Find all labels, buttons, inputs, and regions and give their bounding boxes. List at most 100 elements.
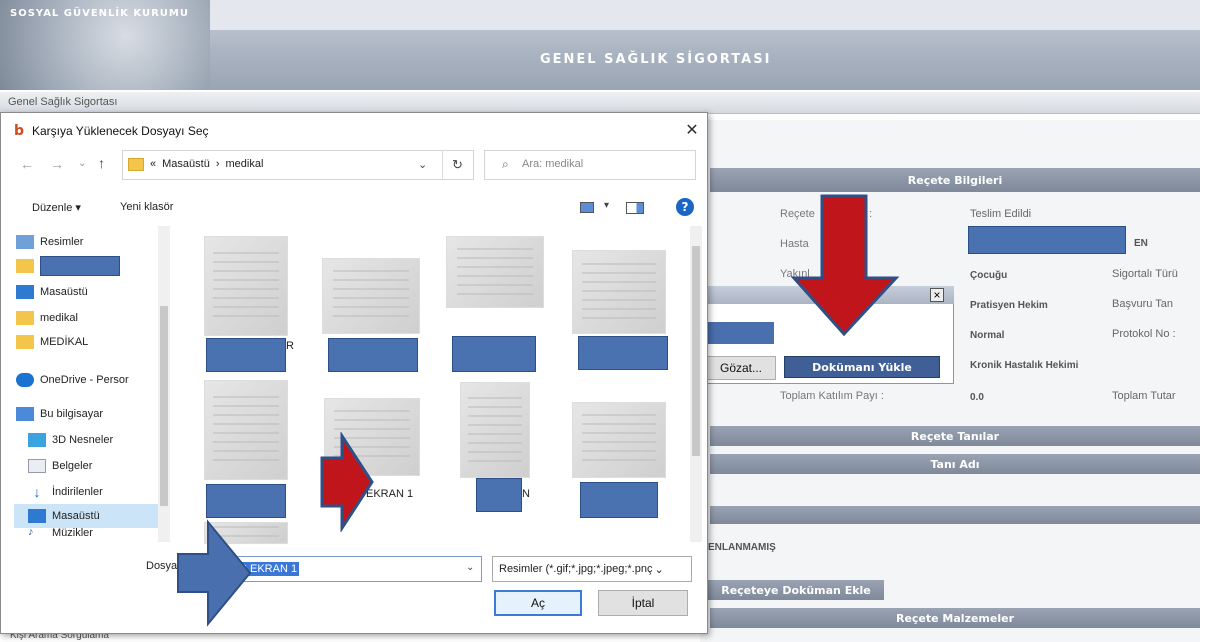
- row-value-kronik: Kronik Hastalık Hekimi: [970, 360, 1079, 371]
- section-recete-malzemeler: Reçete Malzemeler: [710, 608, 1200, 628]
- redaction-box: [40, 256, 120, 276]
- music-icon: ♪: [28, 526, 34, 538]
- up-icon[interactable]: ↑: [98, 155, 105, 171]
- sidebar-item-masaustu[interactable]: Masaüstü: [16, 280, 166, 304]
- file-thumbnail[interactable]: [322, 258, 420, 334]
- sidebar-scrollbar[interactable]: [158, 226, 170, 542]
- preview-pane-icon[interactable]: [626, 202, 644, 214]
- search-input[interactable]: [484, 150, 696, 180]
- sidebar-label: MEDİKAL: [40, 336, 89, 348]
- section-title: Reçete Tanılar: [910, 429, 1000, 443]
- file-thumbnail[interactable]: [460, 382, 530, 478]
- cancel-button[interactable]: İptal: [598, 590, 688, 616]
- sidebar-item-redacted[interactable]: [16, 254, 166, 278]
- browser-logo-icon: b: [14, 123, 25, 139]
- row-value-durum: Teslim Edildi: [970, 208, 1032, 220]
- app-title: GENEL SAĞLIK SİGORTASI: [540, 52, 772, 67]
- view-icon[interactable]: [580, 202, 594, 213]
- scrollbar-thumb[interactable]: [160, 306, 168, 506]
- file-path-field[interactable]: [708, 322, 774, 344]
- redaction-box: [968, 226, 1126, 254]
- sidebar-item-masaustu-selected[interactable]: Masaüstü: [14, 504, 170, 528]
- sidebar-label: Masaüstü: [52, 510, 100, 522]
- upload-document-button[interactable]: Dokümanı Yükle: [784, 356, 940, 378]
- redaction-box: [206, 484, 286, 518]
- section-tani-adi: Tanı Adı: [710, 454, 1200, 474]
- sidebar-item-muzikler[interactable]: ♪ Müzikler: [28, 526, 178, 540]
- address-dropdown-icon[interactable]: ⌄: [418, 158, 427, 171]
- file-thumbnail[interactable]: [446, 236, 544, 308]
- redaction-box: [328, 338, 418, 372]
- section-title: Tanı Adı: [930, 457, 980, 471]
- sidebar-item-bu-bilgisayar[interactable]: Bu bilgisayar: [16, 402, 166, 426]
- row-value-yakinlik: Çocuğu: [970, 270, 1008, 281]
- file-scrollbar[interactable]: [690, 226, 702, 542]
- sidebar-item-medikal[interactable]: medikal: [16, 306, 166, 330]
- sidebar-label: medikal: [40, 312, 78, 324]
- file-thumbnail[interactable]: [204, 380, 288, 480]
- file-label: R: [286, 340, 294, 352]
- browse-button[interactable]: Gözat...: [706, 356, 776, 380]
- open-button[interactable]: Aç: [494, 590, 582, 616]
- sidebar-label: OneDrive - Persor: [40, 374, 129, 386]
- section-bar-empty: [710, 506, 1200, 524]
- sidebar-label: Belgeler: [52, 460, 93, 472]
- section-title: Reçete Malzemeler: [895, 611, 1015, 625]
- filename-dropdown-icon[interactable]: ⌄: [466, 562, 474, 573]
- view-dropdown-icon[interactable]: ▾: [604, 200, 609, 211]
- row-extra-sigortali: Sigortalı Türü: [1112, 268, 1178, 280]
- sidebar-label: 3D Nesneler: [52, 434, 114, 446]
- organize-menu[interactable]: Düzenle ▾: [32, 201, 81, 214]
- address-divider: [442, 150, 443, 180]
- desktop-icon: [16, 285, 34, 299]
- path-separator: ›: [215, 158, 220, 170]
- file-grid: R EKRAN 1 N: [180, 222, 688, 544]
- breadcrumb[interactable]: Genel Sağlık Sigortası: [8, 96, 117, 108]
- path-masaustu[interactable]: Masaüstü: [162, 158, 210, 170]
- row-value-hekim: Pratisyen Hekim: [970, 300, 1048, 311]
- redaction-box: [206, 338, 286, 372]
- status-text: ENLANMAMIŞ: [708, 542, 776, 553]
- file-thumbnail[interactable]: [204, 236, 288, 336]
- breadcrumb-bar: [0, 92, 1200, 114]
- sidebar-item-resimler[interactable]: Resimler: [16, 230, 166, 254]
- file-thumbnail[interactable]: [572, 402, 666, 478]
- sidebar-item-onedrive[interactable]: OneDrive - Persor: [16, 368, 166, 392]
- path-overflow[interactable]: «: [150, 158, 156, 170]
- redaction-box: [476, 478, 522, 512]
- folder-icon: [16, 335, 34, 349]
- filename-input[interactable]: R EKRAN 1: [228, 556, 482, 582]
- path-medikal[interactable]: medikal: [226, 158, 264, 170]
- help-icon[interactable]: ?: [676, 198, 694, 216]
- brand-text: SOSYAL GÜVENLİK KURUMU: [10, 8, 189, 19]
- cube-icon: [28, 433, 46, 447]
- folder-icon: [16, 311, 34, 325]
- document-icon: [28, 459, 46, 473]
- add-document-label: Reçeteye Doküman Ekle: [721, 583, 871, 597]
- close-icon[interactable]: ✕: [684, 120, 700, 140]
- recent-dropdown-icon[interactable]: ⌄: [78, 158, 86, 169]
- forward-icon[interactable]: →: [50, 156, 64, 172]
- sidebar-item-3d[interactable]: 3D Nesneler: [28, 428, 178, 452]
- file-thumbnail[interactable]: [572, 250, 666, 334]
- file-label: N: [522, 488, 530, 500]
- sidebar-label: Masaüstü: [40, 286, 88, 298]
- back-icon[interactable]: ←: [20, 156, 34, 172]
- add-document-button[interactable]: Reçeteye Doküman Ekle: [708, 580, 884, 600]
- row-extra-basvuru: Başvuru Tan: [1112, 298, 1173, 310]
- scrollbar-thumb[interactable]: [692, 246, 700, 456]
- nav-pane: Resimler Masaüstü medikal MEDİKAL OneDri…: [14, 222, 174, 544]
- file-type-select[interactable]: Resimler (*.gif;*.jpg;*.jpeg;*.pnç ⌄: [492, 556, 692, 582]
- sidebar-item-medikal-upper[interactable]: MEDİKAL: [16, 330, 166, 354]
- cloud-icon: [16, 373, 34, 387]
- folder-icon: [16, 259, 34, 273]
- sidebar-item-belgeler[interactable]: Belgeler: [28, 454, 178, 478]
- refresh-icon[interactable]: ↻: [452, 157, 463, 173]
- popup-close-icon[interactable]: ×: [930, 288, 944, 302]
- sidebar-item-indirilenler[interactable]: ↓ İndirilenler: [28, 480, 178, 504]
- row-label-katilim: Toplam Katılım Payı :: [780, 390, 884, 402]
- sidebar-label: Bu bilgisayar: [40, 408, 103, 420]
- new-folder-button[interactable]: Yeni klasör: [120, 201, 173, 213]
- download-icon: ↓: [33, 484, 41, 500]
- sidebar-label: Resimler: [40, 236, 84, 248]
